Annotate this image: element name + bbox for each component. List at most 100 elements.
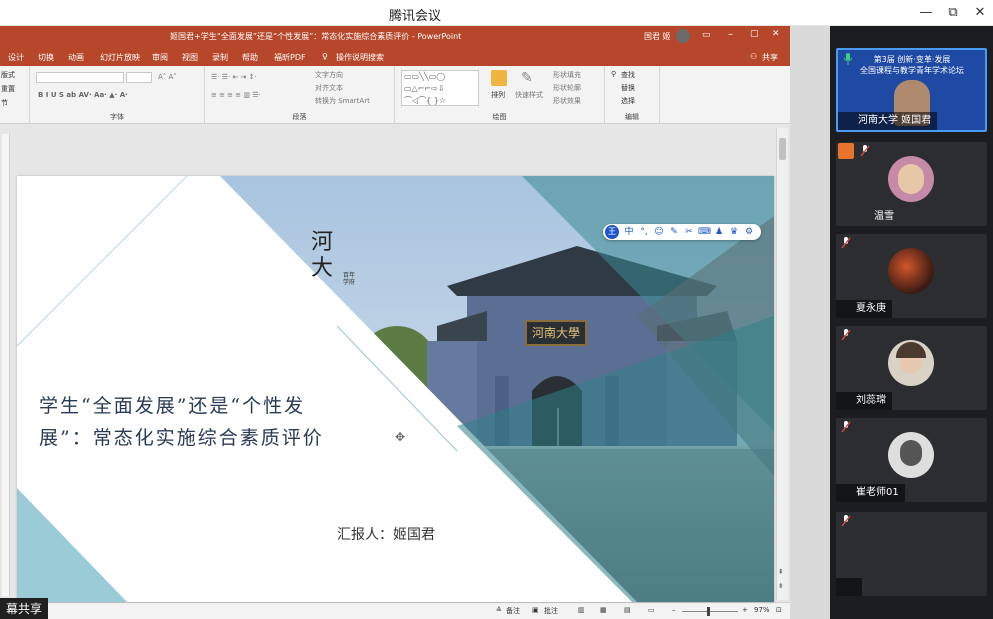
font-grow-icon[interactable]: A˄ A˅ — [158, 73, 177, 81]
shape-effects-button[interactable]: 形状效果 — [553, 96, 581, 106]
forum-banner-line1: 第3届 创新·变革·发展 — [873, 55, 951, 64]
participant-avatar — [888, 432, 934, 478]
ime-brand-icon[interactable]: 王 — [605, 225, 619, 239]
quick-styles-button[interactable]: 快速样式 — [515, 90, 543, 100]
ime-chinese-mode[interactable]: 中 — [623, 226, 635, 238]
tab-design[interactable]: 设计 — [8, 52, 24, 63]
slide-title-line2: 展”：常态化实施综合素质评价 — [39, 427, 324, 449]
ppt-close-icon[interactable]: ✕ — [772, 29, 780, 39]
list-icons[interactable]: ☰· ☰· ⇤ ⇥ ↕· — [211, 73, 257, 81]
tab-transitions[interactable]: 切换 — [38, 52, 54, 63]
font-family-combo[interactable] — [36, 72, 124, 83]
vertical-scrollbar[interactable]: ⇞ ⇟ — [776, 128, 788, 600]
gate-signboard: 河南大學 — [525, 320, 587, 346]
align-text-button[interactable]: 对齐文本 — [315, 83, 343, 93]
user-placeholder-icon — [838, 143, 854, 159]
participant-tile[interactable] — [836, 512, 987, 596]
ime-handwrite-icon[interactable]: ✎ — [668, 226, 680, 238]
slides-group: 版式 重置 节 — [0, 66, 30, 124]
select-button[interactable]: 选择 — [621, 96, 635, 106]
reset-button[interactable]: 重置 — [1, 84, 15, 94]
normal-view-icon[interactable]: ▥ — [578, 606, 585, 614]
tab-view[interactable]: 视图 — [182, 52, 198, 63]
slide-reporter[interactable]: 汇报人：姬国君 — [337, 524, 435, 544]
tell-me-search[interactable]: 操作说明搜索 — [336, 52, 384, 63]
tencent-meeting-window: 腾讯会议 — ⧉ ✕ 姬国君+学生“全面发展”还是“个性发展”：常态化实施综合素… — [0, 0, 993, 619]
tab-help[interactable]: 帮助 — [242, 52, 258, 63]
comments-button[interactable]: 批注 — [544, 606, 558, 616]
slideshow-view-icon[interactable]: ▭ — [648, 606, 655, 614]
minimize-button[interactable]: — — [916, 4, 936, 22]
ime-toolbar[interactable]: 王 中 °, ☺ ✎ ✂ ⌨ ♟ ♛ ⚙ — [603, 224, 761, 240]
font-group-label: 字体 — [110, 113, 124, 121]
text-direction-button[interactable]: 文字方向 — [315, 70, 343, 80]
next-slide-icon[interactable]: ⇟ — [778, 582, 784, 590]
reading-view-icon[interactable]: ▤ — [624, 606, 631, 614]
font-format-icons[interactable]: B I U S ab AV· Aa· ▲· A· — [38, 91, 128, 99]
window-title: 腾讯会议 — [388, 9, 441, 24]
comments-icon: ▣ — [532, 606, 539, 614]
tab-record[interactable]: 录制 — [212, 52, 228, 63]
section-button[interactable]: 节 — [1, 98, 8, 108]
close-button[interactable]: ✕ — [970, 4, 990, 22]
share-icon: ⚇ — [750, 52, 758, 61]
font-group: A˄ A˅ B I U S ab AV· Aa· ▲· A· 字体 — [30, 66, 205, 124]
ppt-restore-icon[interactable]: ▢ — [750, 29, 759, 39]
ppt-statusbar: ≙ 备注 ▣ 批注 ▥ ▦ ▤ ▭ – + 97% ⊡ — [0, 602, 790, 619]
avatar-face — [900, 440, 922, 466]
quick-styles-icon[interactable]: ✎ — [521, 70, 533, 86]
ime-user-icon[interactable]: ♟ — [713, 226, 725, 238]
notes-button[interactable]: 备注 — [506, 606, 520, 616]
ppt-titlebar: 姬国君+学生“全面发展”还是“个性发展”：常态化实施综合素质评价 - Power… — [0, 26, 790, 46]
ime-skin-icon[interactable]: ♛ — [728, 226, 740, 238]
participant-tile[interactable]: 崔老师01 — [836, 418, 987, 502]
ime-emoji-icon[interactable]: ☺ — [653, 226, 665, 238]
participant-tile[interactable]: 温雪 — [836, 142, 987, 226]
tab-animations[interactable]: 动画 — [68, 52, 84, 63]
participant-tile[interactable]: 刘蕊瑺 — [836, 326, 987, 410]
shape-outline-button[interactable]: 形状轮廓 — [553, 83, 581, 93]
ppt-minimize-icon[interactable]: – — [728, 29, 733, 40]
arrange-icon[interactable] — [491, 70, 507, 86]
ppt-doc-title: 姬国君+学生“全面发展”还是“个性发展”：常态化实施综合素质评价 - Power… — [170, 32, 462, 41]
prev-slide-icon[interactable]: ⇞ — [778, 568, 784, 576]
restore-button[interactable]: ⧉ — [943, 4, 963, 22]
current-slide[interactable]: 河大 百年学府 河南大學 学生“全面发展”还是“个性发 展”：常态化实施综合素质… — [17, 176, 774, 602]
font-size-combo[interactable] — [126, 72, 152, 83]
slide-title[interactable]: 学生“全面发展”还是“个性发 展”：常态化实施综合素质评价 — [39, 390, 409, 454]
ribbon-display-icon[interactable]: ▭ — [702, 30, 711, 40]
tab-slideshow[interactable]: 幻灯片放映 — [100, 52, 140, 63]
replace-button[interactable]: 替换 — [621, 83, 635, 93]
shapes-gallery[interactable]: ▭▭╲╲▭◯ ▭△⌐⌐⇨⇩ ⌒◁⌒{ }☆ — [401, 70, 479, 106]
participant-name: 崔老师01 — [836, 484, 905, 502]
arrange-button[interactable]: 排列 — [491, 90, 505, 100]
ime-keyboard-icon[interactable]: ⌨ — [698, 226, 711, 238]
ime-settings-icon[interactable]: ⚙ — [743, 226, 755, 238]
scrollbar-thumb[interactable] — [779, 138, 786, 160]
hnu-logo-subtext: 百年学府 — [343, 272, 356, 286]
mic-active-icon — [843, 53, 853, 65]
ppt-user-avatar[interactable] — [676, 29, 690, 43]
ppt-ribbon: 版式 重置 节 A˄ A˅ B I U S ab AV· Aa· ▲· A· 字… — [0, 66, 790, 124]
convert-smartart-button[interactable]: 转换为 SmartArt — [315, 96, 370, 106]
layout-button[interactable]: 版式 — [1, 70, 15, 80]
zoom-slider-thumb[interactable] — [707, 607, 710, 616]
shape-fill-button[interactable]: 形状填充 — [553, 70, 581, 80]
mic-muted-icon — [841, 515, 851, 527]
tab-foxit-pdf[interactable]: 福昕PDF — [274, 52, 306, 63]
ime-scissors-icon[interactable]: ✂ — [683, 226, 695, 238]
sorter-view-icon[interactable]: ▦ — [600, 606, 607, 614]
find-button[interactable]: 查找 — [621, 70, 635, 80]
tab-review[interactable]: 审阅 — [152, 52, 168, 63]
zoom-in-icon[interactable]: + — [742, 606, 748, 614]
zoom-out-icon[interactable]: – — [672, 606, 676, 614]
zoom-level[interactable]: 97% — [754, 606, 770, 614]
participant-tile[interactable]: 夏永庚 — [836, 234, 987, 318]
zoom-slider[interactable] — [682, 611, 738, 612]
participant-tile[interactable]: 第3届 创新·变革·发展 全国课程与教学青年学术论坛 河南大学 姬国君 — [836, 48, 987, 132]
fit-slide-icon[interactable]: ⊡ — [776, 606, 782, 614]
ime-punctuation-icon[interactable]: °, — [638, 226, 650, 238]
align-icons[interactable]: ≡ ≡ ≡ ≡ ▥ ☰· — [211, 91, 261, 99]
shared-screen: 姬国君+学生“全面发展”还是“个性发展”：常态化实施综合素质评价 - Power… — [0, 26, 830, 619]
share-button[interactable]: 共享 — [762, 52, 778, 63]
